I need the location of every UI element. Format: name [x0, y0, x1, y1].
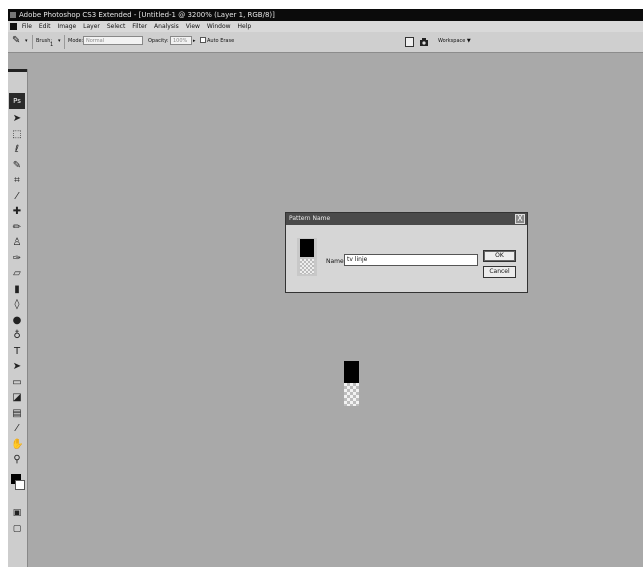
opacity-label: Opacity: — [148, 38, 169, 44]
menu-select[interactable]: Select — [107, 23, 126, 30]
3d-tool-icon[interactable]: ◪ — [11, 392, 23, 404]
notes-tool-icon[interactable]: ▤ — [11, 408, 23, 420]
dodge-tool-icon[interactable]: ● — [11, 315, 23, 327]
eyedropper-tool-icon[interactable]: ⁄ — [11, 423, 23, 435]
menu-window[interactable]: Window — [207, 23, 231, 30]
mode-label: Mode: — [68, 38, 84, 44]
preview-black-pixel — [300, 239, 314, 257]
pattern-name-input[interactable]: tv linje — [344, 254, 478, 266]
brush-size-value[interactable]: 1 — [50, 42, 53, 48]
photoshop-logo: Ps — [9, 93, 25, 109]
palette-well-icon[interactable] — [405, 37, 414, 47]
app-menu-icon[interactable] — [10, 23, 17, 30]
name-label: Name: — [326, 258, 346, 265]
menu-image[interactable]: Image — [57, 23, 76, 30]
quick-mask-icon[interactable]: ▣ — [11, 507, 23, 519]
gradient-tool-icon[interactable]: ▮ — [11, 284, 23, 296]
healing-brush-tool-icon[interactable]: ✚ — [11, 206, 23, 218]
photoshop-app-icon — [10, 12, 16, 18]
workspace-menu[interactable]: Workspace ▼ — [438, 38, 471, 44]
opacity-input[interactable]: 100% — [170, 36, 192, 45]
close-icon[interactable]: X — [515, 214, 525, 224]
ok-button[interactable]: OK — [483, 250, 516, 262]
opacity-arrow-icon[interactable]: ▸ — [193, 38, 196, 44]
brush-picker-arrow-icon[interactable]: ▾ — [58, 38, 61, 44]
menu-bar: File Edit Image Layer Select Filter Anal… — [8, 21, 643, 32]
menu-filter[interactable]: Filter — [132, 23, 147, 30]
options-divider — [64, 35, 65, 49]
pencil-tool-icon[interactable]: ✎ — [12, 35, 20, 46]
path-select-tool-icon[interactable]: ➤ — [11, 361, 23, 373]
bridge-camera-icon[interactable] — [419, 37, 429, 47]
document-canvas[interactable] — [344, 361, 359, 407]
blur-tool-icon[interactable]: ◊ — [11, 299, 23, 311]
zoom-tool-icon[interactable]: ⚲ — [11, 454, 23, 466]
photoshop-window: Adobe Photoshop CS3 Extended - [Untitled… — [8, 9, 643, 567]
cancel-button[interactable]: Cancel — [483, 266, 516, 278]
canvas-black-pixel — [344, 361, 359, 383]
type-tool-icon[interactable]: T — [11, 346, 23, 358]
options-bar: ✎ ▾ Brush: 1 ▾ Mode: Normal Opacity: 100… — [8, 32, 643, 53]
auto-erase-label: Auto Erase — [207, 38, 235, 44]
crop-tool-icon[interactable]: ⌗ — [11, 175, 23, 187]
pen-tool-icon[interactable]: ♁ — [11, 330, 23, 342]
menu-edit[interactable]: Edit — [39, 23, 51, 30]
auto-erase-checkbox[interactable] — [200, 37, 206, 43]
pattern-name-dialog: Pattern Name X Name: tv linje OK Cancel — [285, 212, 528, 293]
slice-tool-icon[interactable]: ⁄ — [11, 191, 23, 203]
quick-select-tool-icon[interactable]: ✎ — [11, 160, 23, 172]
clone-stamp-tool-icon[interactable]: ♙ — [11, 237, 23, 249]
history-brush-tool-icon[interactable]: ✑ — [11, 253, 23, 265]
canvas-transparent-pixel — [344, 383, 359, 406]
mode-select[interactable]: Normal — [83, 36, 143, 45]
eraser-tool-icon[interactable]: ▱ — [11, 268, 23, 280]
brush-tool-icon[interactable]: ✏ — [11, 222, 23, 234]
menu-view[interactable]: View — [186, 23, 200, 30]
pattern-preview — [297, 238, 317, 276]
title-bar: Adobe Photoshop CS3 Extended - [Untitled… — [8, 9, 643, 21]
menu-layer[interactable]: Layer — [83, 23, 100, 30]
move-tool-icon[interactable]: ➤ — [11, 113, 23, 125]
background-color-swatch[interactable] — [15, 480, 25, 490]
lasso-tool-icon[interactable]: ℓ — [11, 144, 23, 156]
tool-preset-arrow-icon[interactable]: ▾ — [25, 38, 28, 44]
tools-panel: Ps ➤ ⬚ ℓ ✎ ⌗ ⁄ ✚ ✏ ♙ ✑ ▱ ▮ ◊ ● ♁ T ➤ ▭ ◪ ▤ ⁄ ✋ ⚲ ▣ ▢ — [8, 69, 28, 567]
marquee-tool-icon[interactable]: ⬚ — [11, 129, 23, 141]
menu-help[interactable]: Help — [237, 23, 251, 30]
tools-panel-grip[interactable] — [8, 69, 27, 72]
window-title: Adobe Photoshop CS3 Extended - [Untitled… — [19, 11, 275, 19]
options-divider — [32, 35, 33, 49]
menu-analysis[interactable]: Analysis — [154, 23, 179, 30]
dialog-title: Pattern Name — [286, 213, 527, 225]
menu-file[interactable]: File — [22, 23, 32, 30]
shape-tool-icon[interactable]: ▭ — [11, 377, 23, 389]
preview-transparent-pixel — [300, 259, 314, 274]
screen-mode-icon[interactable]: ▢ — [11, 523, 23, 535]
hand-tool-icon[interactable]: ✋ — [11, 439, 23, 451]
